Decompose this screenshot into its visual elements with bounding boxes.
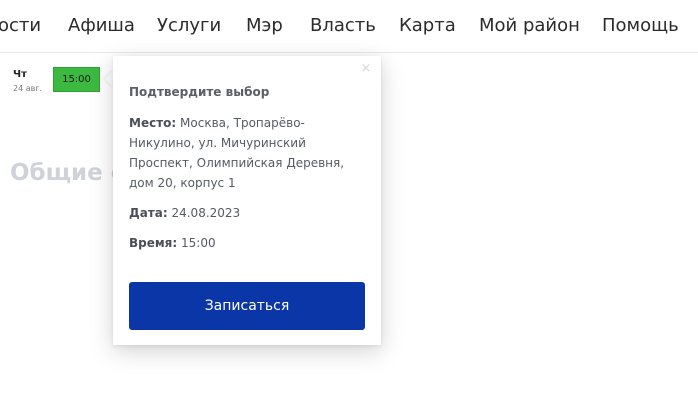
nav-item-my-district[interactable]: Мой район [479,15,580,37]
place-info: Место: Москва, Тропарёво-Никулино, ул. М… [129,113,369,193]
confirm-popup: × Подтвердите выбор Место: Москва, Тропа… [113,56,381,345]
time-value: 15:00 [181,236,216,250]
page: ости Афиша Услуги Мэр Власть Карта Мой р… [0,0,698,412]
date-info: Дата: 24.08.2023 [129,203,369,223]
nav-item-mayor[interactable]: Мэр [246,15,283,37]
nav-item-map[interactable]: Карта [399,15,456,37]
date-label: Дата: [129,206,168,220]
day-date: 24 авг. [13,84,43,93]
nav-item-news[interactable]: ости [0,15,41,37]
submit-button[interactable]: Записаться [129,282,365,330]
day-name: Чт [13,69,27,80]
nav-item-afisha[interactable]: Афиша [68,15,135,37]
top-navigation: ости Афиша Услуги Мэр Власть Карта Мой р… [0,0,698,53]
popup-title: Подтвердите выбор [129,85,270,99]
section-heading: Общие с [10,160,120,186]
place-label: Место: [129,116,177,130]
nav-item-authority[interactable]: Власть [310,15,376,37]
nav-item-services[interactable]: Услуги [157,15,221,37]
date-value: 24.08.2023 [171,206,241,220]
time-info: Время: 15:00 [129,233,369,253]
close-icon[interactable]: × [359,62,373,76]
time-slot-button[interactable]: 15:00 [53,67,100,92]
time-label: Время: [129,236,178,250]
nav-item-help[interactable]: Помощь [602,15,679,37]
